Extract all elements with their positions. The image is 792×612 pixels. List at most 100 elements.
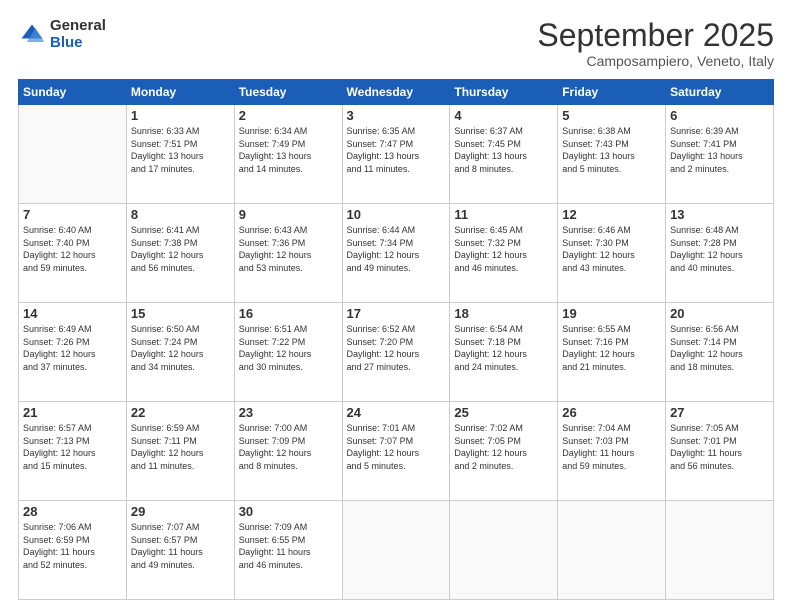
day-number: 16 xyxy=(239,306,338,321)
calendar-cell xyxy=(558,501,666,600)
calendar-cell: 4 Sunrise: 6:37 AM Sunset: 7:45 PM Daylig… xyxy=(450,105,558,204)
day-info: Sunrise: 7:05 AM Sunset: 7:01 PM Dayligh… xyxy=(670,422,769,472)
day-number: 13 xyxy=(670,207,769,222)
day-info: Sunrise: 6:33 AM Sunset: 7:51 PM Dayligh… xyxy=(131,125,230,175)
calendar-cell xyxy=(666,501,774,600)
day-number: 12 xyxy=(562,207,661,222)
day-number: 20 xyxy=(670,306,769,321)
day-info: Sunrise: 6:46 AM Sunset: 7:30 PM Dayligh… xyxy=(562,224,661,274)
calendar-cell: 26 Sunrise: 7:04 AM Sunset: 7:03 PM Dayli… xyxy=(558,402,666,501)
day-number: 5 xyxy=(562,108,661,123)
weekday-header-thursday: Thursday xyxy=(450,80,558,105)
day-info: Sunrise: 7:04 AM Sunset: 7:03 PM Dayligh… xyxy=(562,422,661,472)
day-info: Sunrise: 6:45 AM Sunset: 7:32 PM Dayligh… xyxy=(454,224,553,274)
calendar-cell: 24 Sunrise: 7:01 AM Sunset: 7:07 PM Dayli… xyxy=(342,402,450,501)
calendar-cell: 23Sunrise: 7:00 AM Sunset: 7:09 PM Dayli… xyxy=(234,402,342,501)
day-info: Sunrise: 6:59 AM Sunset: 7:11 PM Dayligh… xyxy=(131,422,230,472)
day-number: 19 xyxy=(562,306,661,321)
day-number: 6 xyxy=(670,108,769,123)
day-info: Sunrise: 6:56 AM Sunset: 7:14 PM Dayligh… xyxy=(670,323,769,373)
day-number: 14 xyxy=(23,306,122,321)
calendar-cell: 16 Sunrise: 6:51 AM Sunset: 7:22 PM Dayli… xyxy=(234,303,342,402)
calendar-cell: 10 Sunrise: 6:44 AM Sunset: 7:34 PM Dayli… xyxy=(342,204,450,303)
day-info: Sunrise: 6:41 AM Sunset: 7:38 PM Dayligh… xyxy=(131,224,230,274)
day-info: Sunrise: 6:35 AM Sunset: 7:47 PM Dayligh… xyxy=(347,125,446,175)
day-number: 15 xyxy=(131,306,230,321)
day-number: 27 xyxy=(670,405,769,420)
calendar-cell: 27 Sunrise: 7:05 AM Sunset: 7:01 PM Dayli… xyxy=(666,402,774,501)
calendar-cell: 25 Sunrise: 7:02 AM Sunset: 7:05 PM Dayli… xyxy=(450,402,558,501)
day-number: 2 xyxy=(239,108,338,123)
calendar-cell: 15Sunrise: 6:50 AM Sunset: 7:24 PM Dayli… xyxy=(126,303,234,402)
day-info: Sunrise: 7:09 AM Sunset: 6:55 PM Dayligh… xyxy=(239,521,338,571)
week-row-5: 28 Sunrise: 7:06 AM Sunset: 6:59 PM Dayli… xyxy=(19,501,774,600)
day-info: Sunrise: 6:40 AM Sunset: 7:40 PM Dayligh… xyxy=(23,224,122,274)
calendar-cell: 28 Sunrise: 7:06 AM Sunset: 6:59 PM Dayli… xyxy=(19,501,127,600)
calendar-cell: 29 Sunrise: 7:07 AM Sunset: 6:57 PM Dayli… xyxy=(126,501,234,600)
calendar-cell xyxy=(19,105,127,204)
week-row-4: 21Sunrise: 6:57 AM Sunset: 7:13 PM Dayli… xyxy=(19,402,774,501)
day-number: 22 xyxy=(131,405,230,420)
day-info: Sunrise: 6:34 AM Sunset: 7:49 PM Dayligh… xyxy=(239,125,338,175)
calendar-cell: 14 Sunrise: 6:49 AM Sunset: 7:26 PM Dayli… xyxy=(19,303,127,402)
title-block: September 2025 Camposampiero, Veneto, It… xyxy=(537,18,774,69)
day-info: Sunrise: 6:43 AM Sunset: 7:36 PM Dayligh… xyxy=(239,224,338,274)
weekday-header-sunday: Sunday xyxy=(19,80,127,105)
month-title: September 2025 xyxy=(537,18,774,53)
week-row-1: 1Sunrise: 6:33 AM Sunset: 7:51 PM Daylig… xyxy=(19,105,774,204)
calendar-cell: 21Sunrise: 6:57 AM Sunset: 7:13 PM Dayli… xyxy=(19,402,127,501)
calendar-cell: 9 Sunrise: 6:43 AM Sunset: 7:36 PM Daylig… xyxy=(234,204,342,303)
calendar-cell: 8 Sunrise: 6:41 AM Sunset: 7:38 PM Daylig… xyxy=(126,204,234,303)
week-row-2: 7 Sunrise: 6:40 AM Sunset: 7:40 PM Daylig… xyxy=(19,204,774,303)
day-info: Sunrise: 6:39 AM Sunset: 7:41 PM Dayligh… xyxy=(670,125,769,175)
location-subtitle: Camposampiero, Veneto, Italy xyxy=(537,53,774,69)
weekday-header-friday: Friday xyxy=(558,80,666,105)
day-number: 23 xyxy=(239,405,338,420)
day-info: Sunrise: 7:02 AM Sunset: 7:05 PM Dayligh… xyxy=(454,422,553,472)
day-number: 24 xyxy=(347,405,446,420)
calendar-cell: 20 Sunrise: 6:56 AM Sunset: 7:14 PM Dayli… xyxy=(666,303,774,402)
calendar-cell: 12 Sunrise: 6:46 AM Sunset: 7:30 PM Dayli… xyxy=(558,204,666,303)
day-number: 29 xyxy=(131,504,230,519)
day-number: 9 xyxy=(239,207,338,222)
day-info: Sunrise: 7:06 AM Sunset: 6:59 PM Dayligh… xyxy=(23,521,122,571)
day-number: 7 xyxy=(23,207,122,222)
weekday-header-row: SundayMondayTuesdayWednesdayThursdayFrid… xyxy=(19,80,774,105)
calendar-cell: 18Sunrise: 6:54 AM Sunset: 7:18 PM Dayli… xyxy=(450,303,558,402)
header: General Blue September 2025 Camposampier… xyxy=(18,18,774,69)
day-info: Sunrise: 6:37 AM Sunset: 7:45 PM Dayligh… xyxy=(454,125,553,175)
day-info: Sunrise: 6:49 AM Sunset: 7:26 PM Dayligh… xyxy=(23,323,122,373)
calendar-cell: 13Sunrise: 6:48 AM Sunset: 7:28 PM Dayli… xyxy=(666,204,774,303)
day-info: Sunrise: 6:38 AM Sunset: 7:43 PM Dayligh… xyxy=(562,125,661,175)
page: General Blue September 2025 Camposampier… xyxy=(0,0,792,612)
day-info: Sunrise: 7:01 AM Sunset: 7:07 PM Dayligh… xyxy=(347,422,446,472)
calendar-cell: 5 Sunrise: 6:38 AM Sunset: 7:43 PM Daylig… xyxy=(558,105,666,204)
day-number: 8 xyxy=(131,207,230,222)
day-info: Sunrise: 6:54 AM Sunset: 7:18 PM Dayligh… xyxy=(454,323,553,373)
calendar-table: SundayMondayTuesdayWednesdayThursdayFrid… xyxy=(18,79,774,600)
logo-text: General Blue xyxy=(50,18,106,51)
calendar-cell: 3Sunrise: 6:35 AM Sunset: 7:47 PM Daylig… xyxy=(342,105,450,204)
day-number: 4 xyxy=(454,108,553,123)
day-number: 11 xyxy=(454,207,553,222)
day-info: Sunrise: 6:51 AM Sunset: 7:22 PM Dayligh… xyxy=(239,323,338,373)
weekday-header-saturday: Saturday xyxy=(666,80,774,105)
calendar-cell: 7 Sunrise: 6:40 AM Sunset: 7:40 PM Daylig… xyxy=(19,204,127,303)
weekday-header-monday: Monday xyxy=(126,80,234,105)
day-info: Sunrise: 6:52 AM Sunset: 7:20 PM Dayligh… xyxy=(347,323,446,373)
day-number: 10 xyxy=(347,207,446,222)
calendar-body: 1Sunrise: 6:33 AM Sunset: 7:51 PM Daylig… xyxy=(19,105,774,600)
day-info: Sunrise: 7:07 AM Sunset: 6:57 PM Dayligh… xyxy=(131,521,230,571)
calendar-cell: 17 Sunrise: 6:52 AM Sunset: 7:20 PM Dayli… xyxy=(342,303,450,402)
weekday-header-wednesday: Wednesday xyxy=(342,80,450,105)
day-number: 26 xyxy=(562,405,661,420)
calendar-cell: 30Sunrise: 7:09 AM Sunset: 6:55 PM Dayli… xyxy=(234,501,342,600)
calendar-cell: 6 Sunrise: 6:39 AM Sunset: 7:41 PM Daylig… xyxy=(666,105,774,204)
day-number: 17 xyxy=(347,306,446,321)
day-number: 28 xyxy=(23,504,122,519)
calendar-cell xyxy=(450,501,558,600)
logo-icon xyxy=(18,21,46,49)
day-info: Sunrise: 6:44 AM Sunset: 7:34 PM Dayligh… xyxy=(347,224,446,274)
day-number: 25 xyxy=(454,405,553,420)
calendar-cell: 2 Sunrise: 6:34 AM Sunset: 7:49 PM Daylig… xyxy=(234,105,342,204)
